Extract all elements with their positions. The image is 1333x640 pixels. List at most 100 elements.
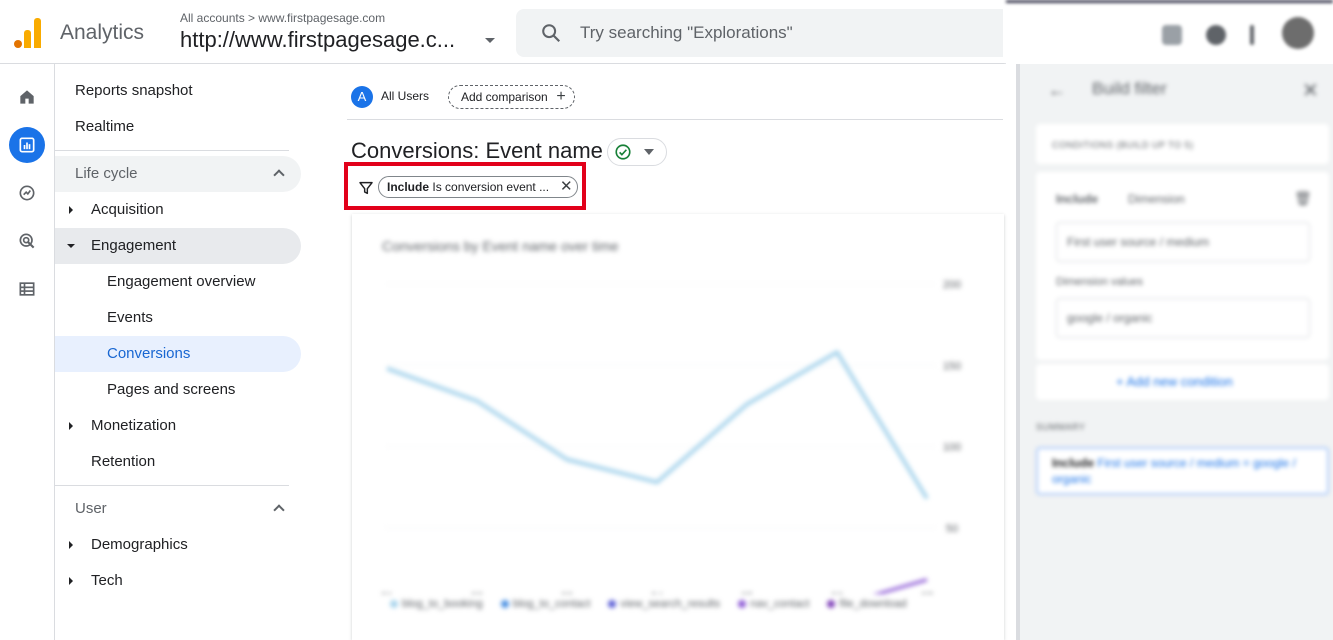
y-tick-label: 100 [943, 442, 961, 454]
build-filter-panel: ← Build filter ✕ CONDITIONS (BUILD UP TO… [1016, 64, 1333, 640]
y-tick-label: 50 [946, 523, 958, 535]
chevron-up-icon [273, 169, 285, 181]
legend-swatch [608, 600, 617, 609]
nav-item-label: Demographics [91, 536, 188, 553]
search-bar[interactable]: Try searching "Explorations" [516, 9, 1003, 57]
nav-engagement-overview[interactable]: Engagement overview [55, 264, 301, 300]
nav-item-label: Tech [91, 572, 123, 589]
nav-item-label: Acquisition [91, 201, 164, 218]
legend-swatch [738, 600, 747, 609]
nav-divider [55, 150, 289, 151]
divider [347, 119, 1003, 120]
top-bar: Analytics All accounts > www.firstpagesa… [0, 0, 1006, 64]
search-placeholder: Try searching "Explorations" [580, 23, 793, 42]
page-title: Conversions: Event name [351, 138, 603, 163]
x-tick-label: 27 [921, 591, 933, 594]
include-dropdown[interactable]: Include [1056, 192, 1098, 206]
nav-events[interactable]: Events [55, 300, 301, 336]
home-icon[interactable] [9, 79, 45, 115]
expand-arrow-icon [69, 206, 73, 214]
nav-engagement[interactable]: Engagement [55, 228, 301, 264]
legend-swatch [390, 600, 398, 609]
close-icon[interactable]: ✕ [560, 179, 573, 194]
line-chart[interactable]: 20015010050021222324252627Jul [352, 214, 1004, 594]
add-comparison-button[interactable]: Add comparison + [448, 85, 575, 109]
nav-retention[interactable]: Retention [55, 444, 301, 480]
add-condition-button[interactable]: + Add new condition [1116, 374, 1233, 389]
comparison-avatar: A [351, 86, 373, 108]
nav-conversions[interactable]: Conversions [55, 336, 301, 372]
legend-label[interactable]: blog_to_contact [513, 598, 591, 610]
account-breadcrumb[interactable]: All accounts > www.firstpagesage.com [180, 11, 385, 25]
nav-section-lifecycle[interactable]: Life cycle [55, 156, 301, 192]
x-tick-label: 26 [831, 591, 843, 594]
legend-label[interactable]: blog_to_booking [402, 598, 483, 610]
chevron-up-icon [273, 504, 285, 516]
nav-section-user[interactable]: User [55, 491, 301, 527]
filter-icon[interactable] [358, 180, 374, 196]
delete-icon[interactable]: 🗑 [1294, 190, 1312, 207]
expand-arrow-icon [69, 422, 73, 430]
caret-down-icon [644, 149, 654, 155]
account-avatar[interactable] [1282, 17, 1314, 49]
legend-label[interactable]: nav_contact [750, 598, 809, 610]
nav-item-label: Monetization [91, 417, 177, 434]
more-vert-icon[interactable] [1250, 25, 1254, 45]
report-main: A All Users Add comparison + Conversions… [307, 64, 1006, 640]
summary-include: Include [1052, 456, 1095, 470]
nav-section-label: User [75, 500, 107, 517]
x-tick-label: 25 [741, 591, 753, 594]
conditions-label: CONDITIONS (BUILD UP TO 5) [1052, 140, 1194, 150]
legend-label[interactable]: file_download [839, 598, 906, 610]
report-nav: Reports snapshot Realtime Life cycle Acq… [55, 64, 307, 640]
back-arrow-icon[interactable]: ← [1048, 80, 1066, 101]
check-circle-icon [615, 144, 631, 160]
nav-realtime[interactable]: Realtime [55, 109, 301, 145]
explore-icon[interactable] [9, 175, 45, 211]
conditions-header-card: CONDITIONS (BUILD UP TO 5) [1036, 124, 1329, 164]
top-right-toolbar [1006, 0, 1333, 64]
collapse-arrow-icon [67, 244, 75, 248]
legend-label[interactable]: view_search_results [620, 598, 720, 610]
nav-demographics[interactable]: Demographics [55, 527, 301, 563]
advertising-icon[interactable] [9, 223, 45, 259]
x-tick-label: 21 [381, 591, 393, 594]
analytics-logo-icon[interactable] [14, 18, 42, 48]
dimension-select[interactable]: First user source / medium [1056, 222, 1310, 262]
nav-pages-and-screens[interactable]: Pages and screens [55, 372, 301, 408]
help-icon[interactable] [1206, 25, 1226, 45]
ga-screen: Analytics All accounts > www.firstpagesa… [0, 0, 1333, 640]
nav-section-label: Life cycle [75, 165, 138, 182]
close-icon[interactable]: ✕ [1302, 78, 1319, 103]
add-condition-card: + Add new condition [1036, 364, 1329, 400]
dimension-value-select[interactable]: google / organic [1056, 298, 1310, 338]
reports-icon[interactable] [9, 127, 45, 163]
nav-monetization[interactable]: Monetization [55, 408, 301, 444]
report-status-button[interactable] [607, 138, 667, 166]
filter-condition-text: Is conversion event ... [432, 180, 550, 194]
filter-chip[interactable]: Include Is conversion event ... ✕ [378, 176, 578, 198]
x-tick-label: 22 [471, 591, 483, 594]
nav-reports-snapshot[interactable]: Reports snapshot [55, 73, 301, 109]
chart-card: Conversions by Event name over time 200 1… [352, 214, 1004, 640]
caret-down-icon[interactable] [485, 38, 495, 43]
comparison-label: All Users [381, 89, 430, 103]
comparison-chip-all-users[interactable]: A All Users [351, 85, 440, 109]
nav-item-label: Engagement [91, 237, 177, 254]
panel-title: Build filter [1092, 79, 1167, 98]
configure-icon[interactable] [9, 271, 45, 307]
expand-arrow-icon [69, 577, 73, 585]
series-line-blog_to_booking [386, 350, 929, 500]
nav-tech[interactable]: Tech [55, 563, 301, 599]
filter-include-label: Include [387, 180, 430, 194]
legend-swatch [827, 600, 836, 609]
property-selector[interactable]: http://www.firstpagesage.c... [180, 27, 455, 53]
condition-card: Include Dimension 🗑 First user source / … [1036, 172, 1329, 360]
legend-swatch [500, 600, 509, 609]
x-tick-label: 23 [561, 591, 573, 594]
summary-label: SUMMARY [1036, 422, 1086, 432]
add-comparison-label: Add comparison [461, 90, 548, 104]
chart-legend: blog_to_booking blog_to_contact view_searc… [382, 598, 917, 610]
apps-grid-icon[interactable] [1162, 25, 1182, 45]
nav-acquisition[interactable]: Acquisition [55, 192, 301, 228]
